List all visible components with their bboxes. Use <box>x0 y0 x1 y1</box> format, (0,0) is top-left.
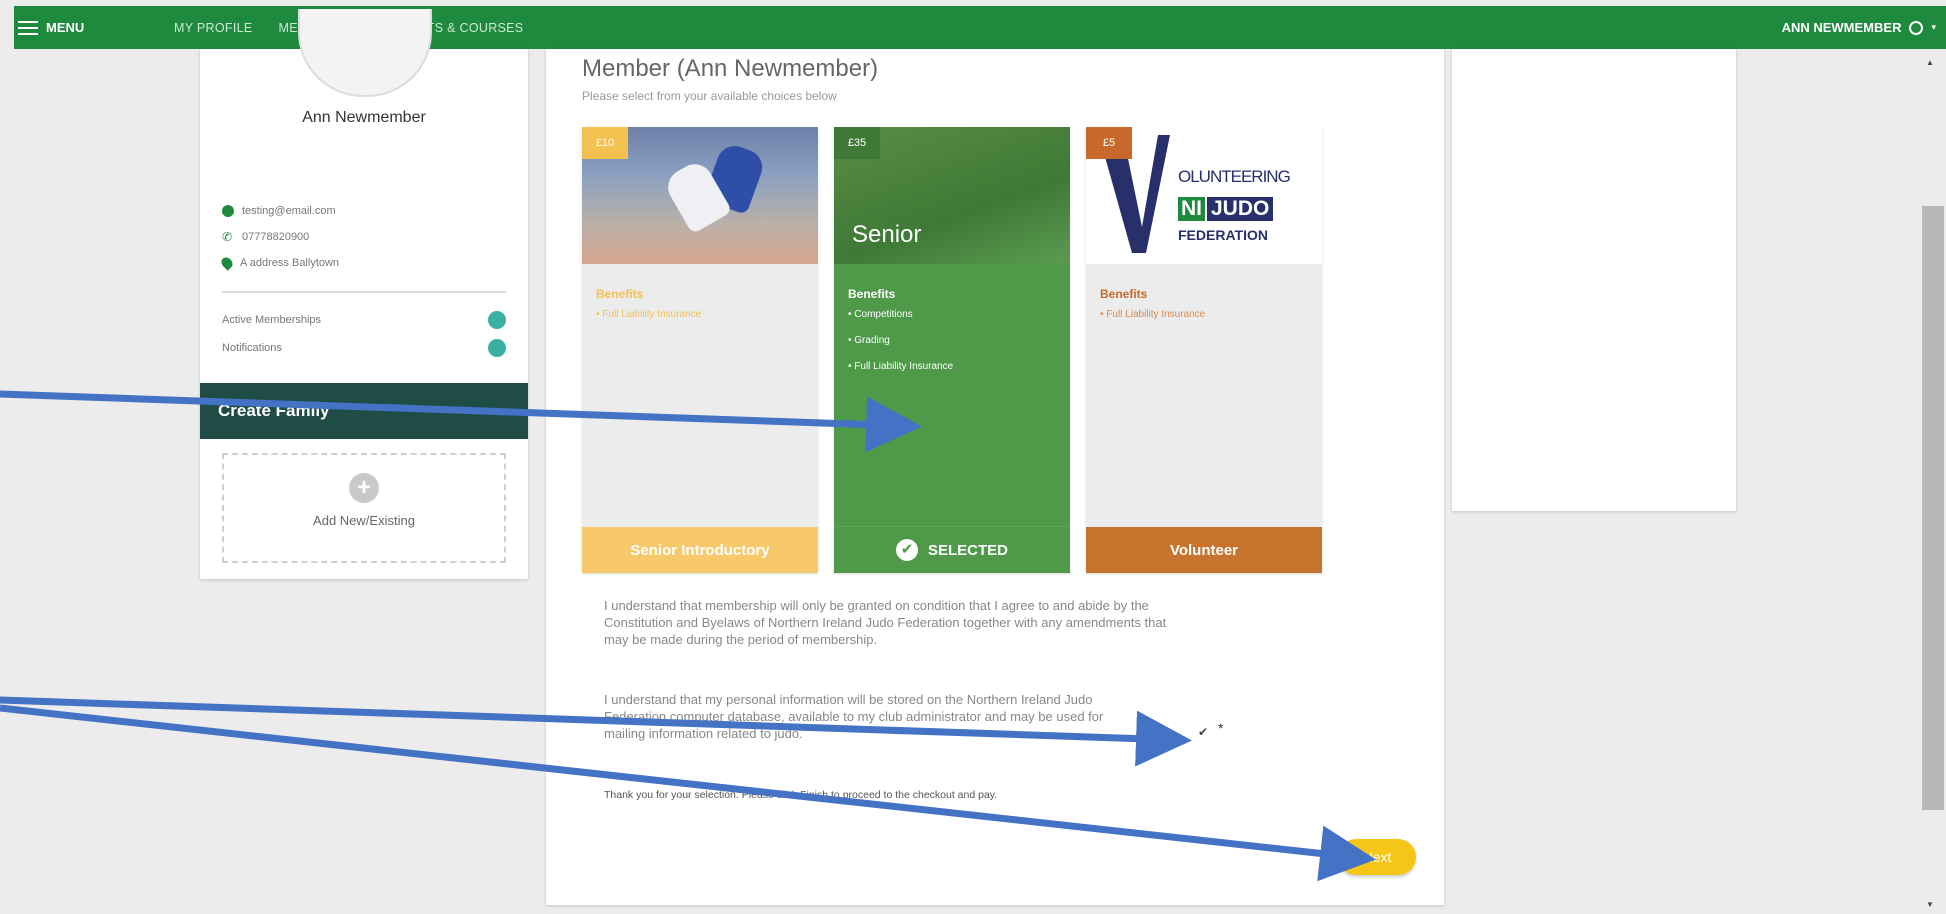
page-title: Member (Ann Newmember) <box>582 55 879 82</box>
user-name: ANN NEWMEMBER <box>1781 20 1902 35</box>
benefits-title: Benefits <box>1100 287 1148 301</box>
terms-membership-text: I understand that membership will only b… <box>604 598 1167 647</box>
scroll-down-arrow-icon[interactable]: ▼ <box>1926 900 1934 909</box>
count-badge <box>488 311 506 329</box>
logo-ni-judo: NI JUDO <box>1178 197 1274 221</box>
profile-card: Ann Newmember testing@email.com ✆ 077788… <box>200 9 528 579</box>
price-tag: £5 <box>1086 127 1132 159</box>
benefit-item: • Grading <box>848 335 890 346</box>
gear-icon <box>1909 20 1924 35</box>
user-menu[interactable]: ANN NEWMEMBER ▾ <box>1782 20 1936 35</box>
stat-active-memberships[interactable]: Active Memberships <box>222 311 506 329</box>
membership-option-senior[interactable]: Senior £35 Benefits • Competitions • Gra… <box>834 127 1070 573</box>
address-text: A address Ballytown <box>240 257 340 269</box>
right-side-panel <box>1452 49 1736 511</box>
scroll-up-arrow-icon[interactable]: ▲ <box>1926 58 1934 67</box>
count-badge <box>488 339 506 357</box>
select-volunteer-button[interactable]: Volunteer <box>1086 527 1322 573</box>
benefit-item: • Competitions <box>848 309 913 320</box>
add-new-existing-button[interactable]: + Add New/Existing <box>222 453 506 563</box>
phone-text: 07778820900 <box>242 231 310 243</box>
benefit-item: • Full Liability Insurance <box>848 361 954 372</box>
menu-label: MENU <box>46 20 85 35</box>
contact-email: testing@email.com <box>222 205 336 217</box>
profile-divider <box>222 291 506 293</box>
email-text: testing@email.com <box>242 205 336 217</box>
membership-panel: Member (Ann Newmember) Please select fro… <box>546 49 1444 905</box>
add-label: Add New/Existing <box>313 513 415 528</box>
nav-link-my-profile[interactable]: MY PROFILE <box>174 21 252 35</box>
benefit-item: • Full Liability Insurance <box>596 309 702 320</box>
terms-data-text: I understand that my personal informatio… <box>604 692 1104 741</box>
thanks-text: Thank you for your selection. Please cli… <box>604 789 998 801</box>
membership-option-volunteer[interactable]: OLUNTEERING NI JUDO FEDERATION £5 Benefit… <box>1086 127 1322 573</box>
selected-label: SELECTED <box>927 541 1008 559</box>
benefits-title: Benefits <box>848 287 896 301</box>
contact-address: A address Ballytown <box>219 255 340 271</box>
avatar <box>298 9 432 97</box>
phone-icon: ✆ <box>222 230 233 244</box>
consent-checkbox[interactable]: ✔ <box>1198 725 1208 739</box>
scrollbar-thumb[interactable] <box>1922 206 1944 810</box>
hamburger-icon <box>18 20 38 35</box>
location-pin-icon <box>219 255 235 271</box>
card-title: Senior <box>852 221 922 248</box>
next-button[interactable]: Next <box>1338 839 1416 875</box>
membership-option-senior-introductory[interactable]: £10 Benefits • Full Liability Insurance … <box>582 127 818 573</box>
price-tag: £35 <box>834 127 880 159</box>
stat-label: Active Memberships <box>222 314 322 326</box>
email-icon <box>222 205 234 217</box>
selected-indicator[interactable]: ✔ SELECTED <box>834 526 1070 573</box>
chevron-down-icon: ▾ <box>1931 22 1936 32</box>
benefits-title: Benefits <box>596 287 644 301</box>
logo-text-volunteering: OLUNTEERING <box>1178 167 1291 186</box>
contact-phone: ✆ 07778820900 <box>222 231 309 243</box>
check-circle-icon: ✔ <box>895 539 918 561</box>
page-subtitle: Please select from your available choice… <box>582 89 837 103</box>
required-marker: * <box>1218 720 1224 736</box>
plus-icon: + <box>349 473 379 503</box>
select-senior-introductory-button[interactable]: Senior Introductory <box>582 527 818 573</box>
create-family-header: Create Family <box>200 383 528 439</box>
stat-label: Notifications <box>222 342 282 354</box>
price-tag: £10 <box>582 127 628 159</box>
profile-name: Ann Newmember <box>302 109 426 126</box>
benefit-item: • Full Liability Insurance <box>1100 309 1206 320</box>
menu-button[interactable]: MENU <box>18 20 148 35</box>
stat-notifications[interactable]: Notifications <box>222 339 506 357</box>
logo-text-federation: FEDERATION <box>1178 227 1268 243</box>
